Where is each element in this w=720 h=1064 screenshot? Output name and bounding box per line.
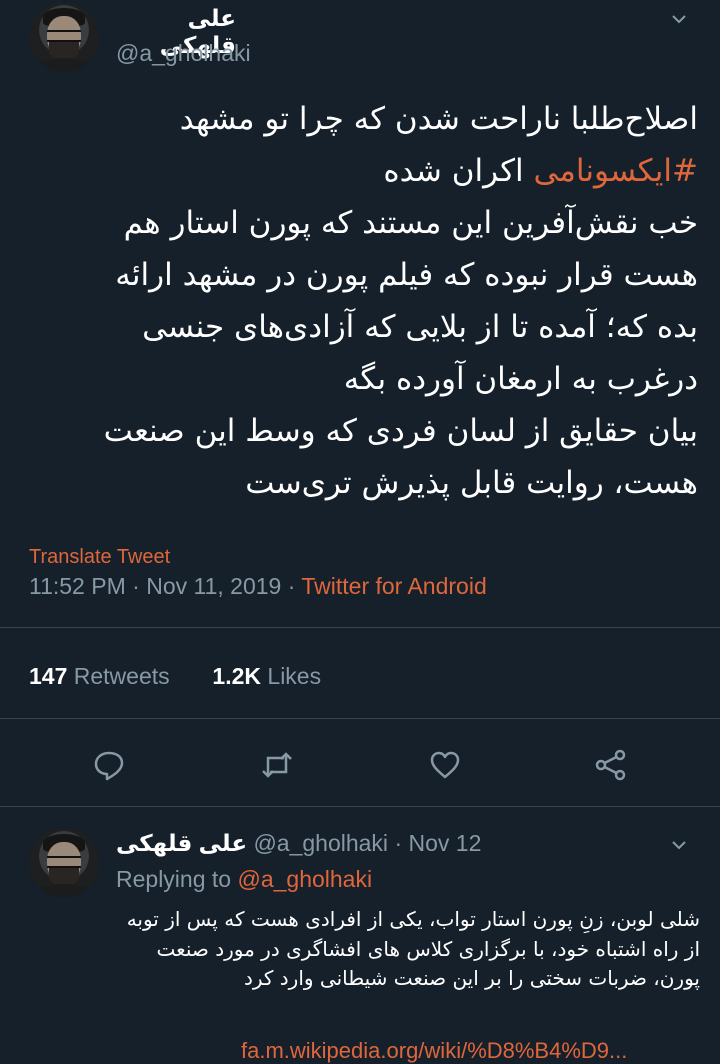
reply-text: شلی لوبن، زنِ پورن استار تواب، یکی از اف… (126, 907, 700, 990)
like-icon[interactable] (428, 748, 462, 782)
tweet-text-after-hashtag: اکران شده (383, 153, 534, 189)
likes-count: 1.2K (212, 663, 262, 689)
tweet-text: اصلاح‌طلبا ناراحت شدن که چرا تو مشهد #ای… (18, 93, 698, 509)
retweet-icon[interactable] (260, 748, 294, 782)
share-icon[interactable] (594, 748, 628, 782)
hashtag-link[interactable]: #ایکسونامی (533, 153, 698, 189)
reply-author-name[interactable]: علی قلهکی (116, 830, 247, 856)
tweet-text-line1: اصلاح‌طلبا ناراحت شدن که چرا تو مشهد (179, 101, 698, 137)
chevron-down-icon[interactable] (672, 12, 686, 26)
reply-author-handle[interactable]: @a_gholhaki (253, 830, 388, 856)
chevron-down-icon[interactable] (672, 838, 686, 852)
likes-label: Likes (267, 663, 322, 689)
retweets-stat[interactable]: 147 Retweets (29, 663, 170, 689)
reply-icon[interactable] (92, 748, 126, 782)
tweet-stats: 147 Retweets 1.2K Likes (29, 663, 321, 690)
divider (0, 718, 720, 719)
meta-separator: · (394, 830, 403, 856)
meta-separator: · (132, 573, 140, 599)
likes-stat[interactable]: 1.2K Likes (212, 663, 321, 689)
tweet-date: Nov 11, 2019 (146, 573, 282, 599)
retweets-count: 147 (29, 663, 68, 689)
reply-date: Nov 12 (408, 830, 482, 856)
translate-tweet-link[interactable]: Translate Tweet (29, 546, 170, 569)
reply-link[interactable]: fa.m.wikipedia.org/wiki/%D8%B4%D9... (241, 1038, 627, 1064)
replying-label: Replying to (116, 866, 232, 892)
avatar[interactable] (29, 2, 99, 72)
tweet-text-rest: خب نقش‌آفرین این مستند که پورن استار هم … (103, 205, 698, 501)
tweet-source[interactable]: Twitter for Android (301, 573, 486, 599)
retweets-label: Retweets (73, 663, 170, 689)
main-tweet: علی قلهکی @a_gholhaki اصلاح‌طلبا ناراحت … (0, 0, 720, 806)
author-handle[interactable]: @a_gholhaki (116, 40, 251, 67)
avatar[interactable] (29, 828, 99, 898)
replying-to: Replying to @a_gholhaki (116, 866, 372, 893)
reply-header: علی قلهکی @a_gholhaki · Nov 12 (116, 830, 481, 857)
meta-separator: · (287, 573, 296, 599)
replying-mention[interactable]: @a_gholhaki (237, 866, 372, 892)
tweet-meta: 11:52 PM · Nov 11, 2019 · Twitter for An… (29, 573, 487, 600)
tweet-time: 11:52 PM (29, 573, 126, 599)
divider (0, 627, 720, 628)
divider (0, 806, 720, 807)
